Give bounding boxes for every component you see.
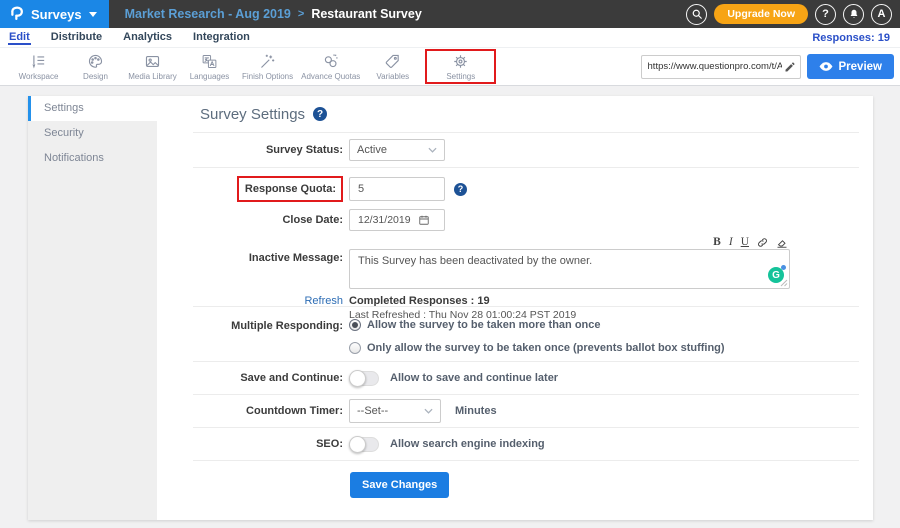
tool-media-library[interactable]: Media Library [124, 53, 181, 81]
close-date-label: Close Date: [157, 214, 343, 226]
settings-gear-icon [452, 53, 469, 70]
calendar-icon[interactable] [418, 214, 430, 226]
survey-status-label: Survey Status: [157, 144, 343, 156]
chevron-down-icon [424, 408, 433, 414]
chevron-down-icon [89, 12, 97, 17]
media-library-icon [144, 53, 161, 70]
settings-side-nav: Settings Security Notifications [28, 96, 157, 520]
toggle-knob [349, 370, 366, 387]
topbar-actions: Upgrade Now ? A [686, 4, 892, 25]
tab-analytics[interactable]: Analytics [122, 30, 173, 45]
pencil-icon [784, 61, 796, 73]
text-format-toolbar: B I U [349, 235, 790, 248]
radio-allow-once[interactable]: Only allow the survey to be taken once (… [349, 342, 725, 354]
tab-edit[interactable]: Edit [8, 30, 31, 45]
multiple-responding-options: Allow the survey to be taken more than o… [349, 307, 725, 354]
help-button[interactable]: ? [815, 4, 836, 25]
tab-distribute[interactable]: Distribute [50, 30, 103, 45]
clear-format-button[interactable] [776, 237, 788, 248]
edit-toolbar: Workspace Design Media Library [0, 48, 900, 86]
settings-card: Settings Security Notifications Survey S… [28, 96, 873, 520]
response-quota-help-icon[interactable]: ? [454, 183, 467, 196]
edit-url-button[interactable] [782, 61, 796, 73]
countdown-timer-label: Countdown Timer: [157, 405, 343, 417]
top-bar: Surveys Market Research - Aug 2019 > Res… [0, 0, 900, 28]
breadcrumb-separator: > [298, 8, 304, 20]
bell-icon [848, 8, 860, 20]
close-date-input[interactable] [358, 214, 418, 226]
italic-button[interactable]: I [729, 237, 733, 248]
eraser-icon [776, 237, 788, 248]
tool-variables[interactable]: Variables [364, 53, 421, 81]
search-icon [691, 8, 703, 20]
questionpro-logo-icon [9, 6, 24, 23]
search-button[interactable] [686, 4, 707, 25]
countdown-timer-select[interactable]: --Set-- [349, 399, 441, 423]
response-quota-input[interactable] [349, 177, 445, 201]
languages-icon [201, 53, 218, 70]
save-and-continue-label: Save and Continue: [157, 372, 343, 384]
grammarly-icon[interactable]: G [768, 267, 784, 283]
breadcrumb: Market Research - Aug 2019 > Restaurant … [125, 7, 422, 21]
workspace-icon [30, 53, 47, 70]
link-button[interactable] [757, 237, 768, 248]
seo-text: Allow search engine indexing [390, 438, 545, 450]
link-icon [757, 237, 768, 248]
close-date-field [349, 209, 445, 231]
multiple-responding-label: Multiple Responding: [157, 307, 343, 332]
responses-count-link[interactable]: Responses: 19 [812, 32, 890, 44]
underline-button[interactable]: U [741, 237, 749, 248]
response-quota-highlight-annotation: Response Quota: [237, 176, 343, 202]
sidebar-item-notifications[interactable]: Notifications [28, 146, 157, 171]
inactive-message-textarea[interactable]: This Survey has been deactivated by the … [349, 249, 790, 289]
radio-selected-icon [349, 319, 361, 331]
survey-menu-bar: Edit Distribute Analytics Integration Re… [0, 28, 900, 48]
survey-url-input[interactable] [648, 61, 782, 72]
save-and-continue-text: Allow to save and continue later [390, 372, 558, 384]
sidebar-item-settings[interactable]: Settings [28, 96, 157, 121]
inactive-message-label: Inactive Message: [157, 235, 343, 264]
save-changes-button[interactable]: Save Changes [350, 472, 449, 498]
tab-integration[interactable]: Integration [192, 30, 251, 45]
seo-toggle[interactable] [349, 437, 379, 452]
seo-label: SEO: [157, 438, 343, 450]
response-quota-label: Response Quota: [245, 183, 336, 195]
tool-advance-quotas[interactable]: Advance Quotas [297, 53, 364, 81]
tool-languages[interactable]: Languages [181, 53, 238, 81]
breadcrumb-survey-name: Restaurant Survey [311, 7, 421, 21]
preview-button[interactable]: Preview [807, 54, 894, 79]
upgrade-now-button[interactable]: Upgrade Now [714, 4, 808, 24]
survey-url-field [641, 55, 801, 79]
settings-panel: Survey Settings ? Survey Status: Active [157, 96, 873, 520]
tool-workspace[interactable]: Workspace [10, 53, 67, 81]
finish-options-wand-icon [259, 53, 276, 70]
tool-finish-options[interactable]: Finish Options [238, 53, 297, 81]
advance-quotas-icon [322, 53, 339, 70]
radio-unselected-icon [349, 342, 361, 354]
sidebar-item-security[interactable]: Security [28, 121, 157, 146]
toggle-knob [349, 436, 366, 453]
minutes-suffix: Minutes [455, 405, 497, 417]
account-avatar[interactable]: A [871, 4, 892, 25]
title-help-icon[interactable]: ? [313, 107, 327, 121]
radio-allow-multiple[interactable]: Allow the survey to be taken more than o… [349, 319, 725, 331]
tool-settings[interactable]: Settings [432, 53, 489, 81]
grammarly-status-dot [781, 265, 786, 270]
save-and-continue-toggle[interactable] [349, 371, 379, 386]
variables-tag-icon [384, 53, 401, 70]
product-name: Surveys [31, 7, 82, 22]
survey-status-select[interactable]: Active [349, 139, 445, 161]
surveys-product-menu[interactable]: Surveys [0, 0, 109, 28]
bold-button[interactable]: B [713, 237, 721, 248]
breadcrumb-folder[interactable]: Market Research - Aug 2019 [125, 7, 291, 21]
tool-design[interactable]: Design [67, 53, 124, 81]
page-title: Survey Settings [200, 106, 305, 123]
chevron-down-icon [428, 147, 437, 153]
notifications-button[interactable] [843, 4, 864, 25]
settings-highlight-annotation: Settings [425, 49, 496, 84]
design-palette-icon [87, 53, 104, 70]
eye-icon [819, 61, 833, 72]
